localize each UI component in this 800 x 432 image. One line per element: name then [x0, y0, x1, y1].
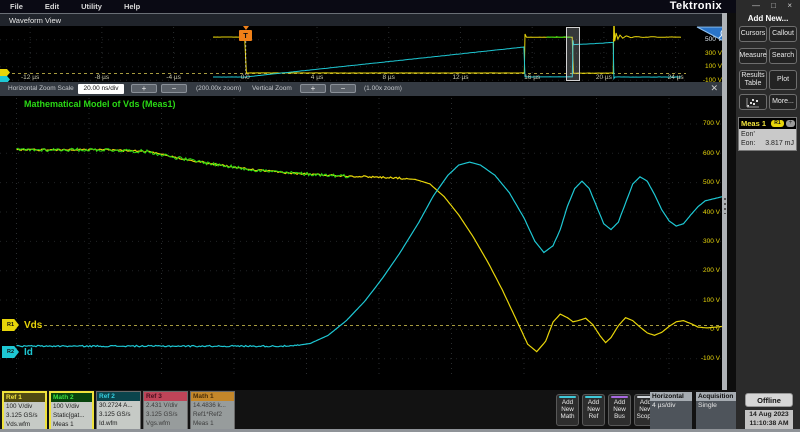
h-zoom-scale-value[interactable]: 20.00 ns/div — [78, 84, 124, 94]
h-zoom-plus-button[interactable]: + — [131, 84, 157, 93]
h-zoom-scale-label: Horizontal Zoom Scale — [8, 85, 74, 92]
trace-vds — [213, 26, 681, 73]
channel-color-stripe — [585, 396, 602, 398]
tab-waveform-view[interactable]: Waveform View — [9, 16, 61, 25]
add-new-bus-button[interactable]: AddNewBus — [608, 394, 631, 426]
badge-ref3[interactable]: Ref 32.431 V/div3.125 GS/sVgs.wfm — [143, 391, 188, 429]
acquisition-mode-value: Single — [696, 401, 736, 429]
h-zoom-minus-button[interactable]: − — [161, 84, 187, 93]
channel-color-stripe — [611, 396, 628, 398]
main-time-axis — [0, 376, 736, 390]
meas1-body: Eon'Eon:3.817 mJ — [739, 129, 796, 150]
badge-details: 2.431 V/div3.125 GS/sVgs.wfm — [144, 401, 187, 430]
horizontal-panel-title: Horizontal — [650, 392, 692, 401]
results-table-button[interactable]: Results Table — [739, 70, 767, 90]
acquisition-panel[interactable]: Acquisition Single — [696, 392, 736, 428]
divider-gap — [727, 13, 736, 390]
zoom-scale-bar: Horizontal Zoom Scale 20.00 ns/div + − (… — [0, 82, 722, 96]
plot-button[interactable]: Plot — [769, 70, 797, 90]
time-text: 11:10:38 AM — [745, 420, 793, 429]
cursors-button[interactable]: Cursors — [739, 26, 767, 42]
badge-math1[interactable]: Math 114.4836 k...Ref1*Ref2Meas 1 — [190, 391, 235, 429]
badge-details: 100 V/divStatic[gat...Meas 1 — [51, 402, 92, 431]
bottom-bar: Ref 1100 V/div3.125 GS/sVds.wfmMath 2100… — [0, 390, 736, 430]
meas1-results-panel[interactable]: Meas 1 R1 + Eon'Eon:3.817 mJ — [738, 117, 797, 151]
restore-icon[interactable]: □ — [771, 1, 776, 10]
vds-trace-label: Vds — [24, 320, 42, 331]
zoom-view-close-icon[interactable]: ✕ — [710, 83, 718, 94]
acquisition-panel-title: Acquisition — [696, 392, 736, 401]
menu-edit[interactable]: Edit — [45, 2, 59, 11]
meas1-expand-icon[interactable]: + — [786, 120, 795, 127]
menu-utility[interactable]: Utility — [81, 2, 102, 11]
badge-details: 14.4836 k...Ref1*Ref2Meas 1 — [191, 401, 234, 430]
badge-title: Math 2 — [51, 393, 92, 402]
more-button[interactable]: More... — [769, 94, 797, 110]
badge-ref1[interactable]: Ref 1100 V/div3.125 GS/sVds.wfm — [2, 391, 47, 429]
badge-details: 100 V/div3.125 GS/sVds.wfm — [4, 402, 45, 431]
callout-button[interactable]: Callout — [769, 26, 797, 42]
menu-bar: File Edit Utility Help Tektronix — [0, 0, 736, 13]
horizontal-panel[interactable]: Horizontal 4 µs/div — [650, 392, 692, 428]
right-sidebar: — □ × Add New... CursorsCalloutMeasureSe… — [736, 0, 800, 432]
math-model-title: Mathematical Model of Vds (Meas1) — [24, 99, 176, 109]
add-new-header: Add New... — [736, 14, 800, 23]
menu-file[interactable]: File — [10, 2, 23, 11]
add-new-math-button[interactable]: AddNewMath — [556, 394, 579, 426]
horizontal-scale-value: 4 µs/div — [650, 401, 692, 429]
measure-button[interactable]: Measure — [739, 48, 767, 64]
plot-dots-icon-button[interactable] — [739, 94, 767, 110]
badge-title: Ref 1 — [4, 393, 45, 402]
badge-math2[interactable]: Math 2100 V/divStatic[gat...Meas 1 — [49, 391, 94, 429]
tab-strip: Waveform View — [0, 13, 736, 26]
trace-vds — [17, 149, 722, 352]
datetime-display: 14 Aug 2023 11:10:38 AM — [745, 410, 793, 429]
v-zoom-minus-button[interactable]: − — [330, 84, 356, 93]
meas1-title: Meas 1 — [741, 119, 766, 128]
minimize-icon[interactable]: — — [752, 1, 760, 10]
overview-waveform-plot — [0, 26, 722, 82]
add-new-ref-button[interactable]: AddNewRef — [582, 394, 605, 426]
zoom-selection-box[interactable] — [566, 27, 580, 81]
main-waveform-plot — [0, 96, 722, 376]
trigger-marker[interactable]: T — [239, 30, 252, 41]
offline-button[interactable]: Offline — [745, 393, 793, 407]
badge-title: Ref 3 — [144, 392, 187, 401]
menu-help[interactable]: Help — [124, 2, 140, 11]
menu-items: File Edit Utility Help — [0, 2, 140, 11]
v-zoom-plus-button[interactable]: + — [300, 84, 326, 93]
scatter-plot-icon — [746, 97, 760, 108]
meas1-source-badge: R1 — [771, 120, 784, 127]
meas-result-row: Eon' — [741, 130, 794, 139]
divider-drag-handle-icon[interactable] — [724, 198, 726, 214]
badge-details: 30.2724 A...3.125 GS/sId.wfm — [97, 401, 140, 430]
search-button[interactable]: Search — [769, 48, 797, 64]
badge-title: Math 1 — [191, 392, 234, 401]
v-zoom-factor: (1.00x zoom) — [364, 85, 402, 92]
oscilloscope-app: File Edit Utility Help Tektronix Waveform V… — [0, 0, 800, 432]
badge-ref2[interactable]: Ref 230.2724 A...3.125 GS/sId.wfm — [96, 391, 141, 429]
badge-title: Ref 2 — [97, 392, 140, 401]
v-zoom-label: Vertical Zoom — [252, 85, 292, 92]
meas-result-row: Eon:3.817 mJ — [741, 139, 794, 148]
date-text: 14 Aug 2023 — [745, 411, 793, 420]
channel-color-stripe — [559, 396, 576, 398]
h-zoom-factor: (200.00x zoom) — [196, 85, 241, 92]
meas1-header: Meas 1 R1 + — [739, 118, 796, 129]
id-trace-label: Id — [24, 347, 33, 358]
trace-id — [17, 162, 722, 347]
close-icon[interactable]: × — [787, 1, 792, 10]
tektronix-logo: Tektronix — [670, 0, 722, 12]
